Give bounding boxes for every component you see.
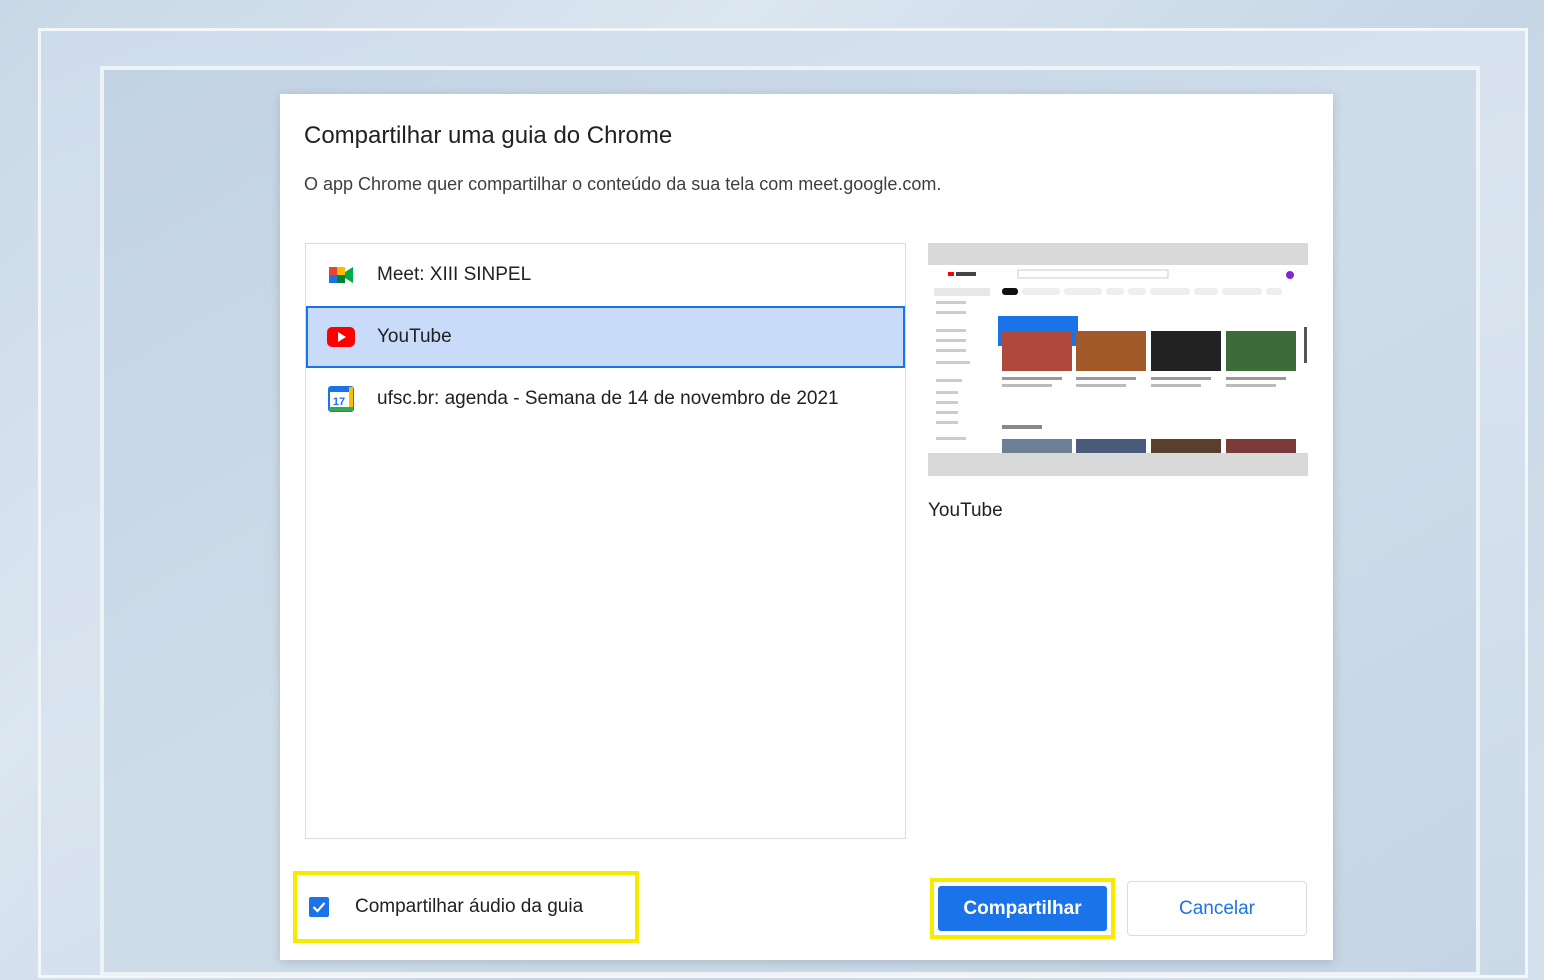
share-audio-option[interactable]: Compartilhar áudio da guia — [293, 871, 639, 943]
google-calendar-icon: 17 — [327, 385, 355, 413]
tab-preview-thumbnail — [928, 243, 1308, 476]
share-audio-label: Compartilhar áudio da guia — [355, 896, 584, 917]
dialog-title: Compartilhar uma guia do Chrome — [304, 122, 673, 149]
calendar-icon-day: 17 — [333, 396, 345, 408]
tab-item-meet[interactable]: Meet: XIII SINPEL — [306, 244, 905, 306]
cancel-button[interactable]: Cancelar — [1127, 881, 1307, 936]
tab-item-label: YouTube — [377, 326, 452, 347]
youtube-icon — [327, 323, 355, 351]
tab-item-calendar[interactable]: 17 ufsc.br: agenda - Semana de 14 de nov… — [306, 368, 905, 430]
checkmark-icon — [312, 902, 326, 913]
google-meet-icon — [327, 261, 355, 289]
share-button-highlight: Compartilhar — [930, 878, 1115, 939]
dialog-subtitle: O app Chrome quer compartilhar o conteúd… — [304, 174, 942, 194]
tab-item-label: Meet: XIII SINPEL — [377, 264, 532, 285]
share-button[interactable]: Compartilhar — [938, 886, 1107, 931]
preview-title: YouTube — [928, 500, 1003, 521]
tab-item-youtube[interactable]: YouTube — [306, 306, 905, 368]
tab-item-label: ufsc.br: agenda - Semana de 14 de novemb… — [377, 388, 839, 409]
share-audio-checkbox[interactable] — [309, 897, 329, 917]
tab-list: Meet: XIII SINPEL YouTube 17 ufsc.br: ag… — [305, 243, 906, 839]
share-tab-dialog: Compartilhar uma guia do Chrome O app Ch… — [280, 94, 1333, 960]
